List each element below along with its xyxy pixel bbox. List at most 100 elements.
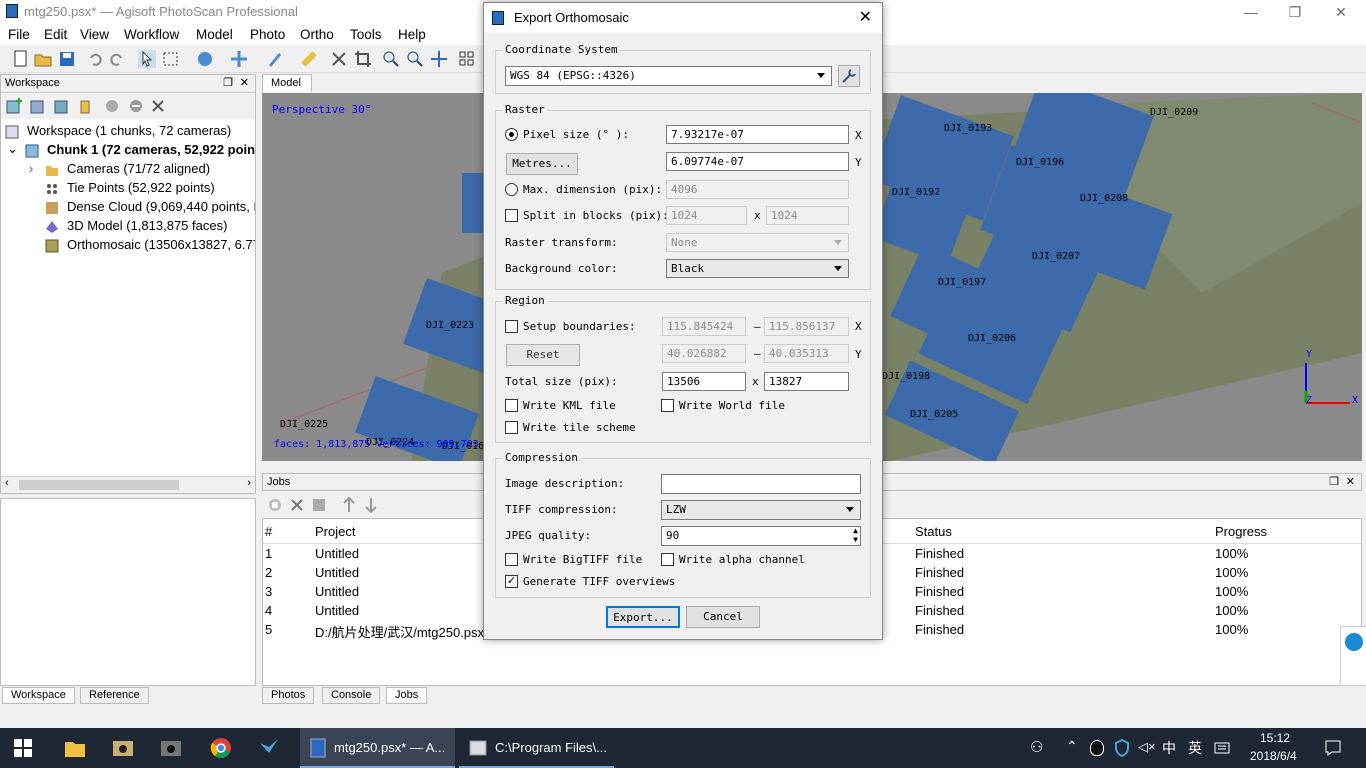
job-list-icon[interactable] <box>310 496 328 514</box>
keyboard-icon[interactable] <box>1214 740 1230 756</box>
tab-jobs[interactable]: Jobs <box>386 687 428 704</box>
table-row-number[interactable]: 4 <box>265 603 272 618</box>
menu-file[interactable]: File <box>8 27 30 42</box>
max-dimension-radio[interactable] <box>505 183 518 196</box>
y-min-input[interactable]: 40.026882 <box>662 344 746 363</box>
rectangle-selection-icon[interactable] <box>162 50 180 68</box>
minimize-button[interactable]: — <box>1228 0 1274 24</box>
menu-photo[interactable]: Photo <box>250 27 285 42</box>
tree-item-workspace[interactable]: Workspace (1 chunks, 72 cameras) <box>27 123 231 138</box>
zoom-out-icon[interactable] <box>406 50 424 68</box>
disable-icon[interactable] <box>127 97 145 115</box>
zoom-in-icon[interactable] <box>382 50 400 68</box>
delete-selection-icon[interactable] <box>330 50 348 68</box>
cameras-expand-icon[interactable]: › <box>29 161 33 176</box>
table-row-number[interactable]: 1 <box>265 546 272 561</box>
remote-icon[interactable] <box>1345 633 1363 651</box>
enable-icon[interactable] <box>103 97 121 115</box>
x-max-input[interactable]: 115.856137 <box>764 317 849 336</box>
pixel-size-radio[interactable] <box>505 128 518 141</box>
volume-icon[interactable]: ◁× <box>1138 739 1156 755</box>
add-marker-icon[interactable] <box>77 97 95 115</box>
close-jobs-icon[interactable]: ✕ <box>1346 475 1355 488</box>
tiff-compression-select[interactable]: LZW <box>661 500 861 520</box>
add-folder-icon[interactable] <box>53 97 71 115</box>
split-blocks-checkbox[interactable] <box>505 209 518 222</box>
stop-job-icon[interactable] <box>266 496 284 514</box>
ime-chinese-icon[interactable]: 中 <box>1162 738 1176 758</box>
qq-icon[interactable] <box>1090 740 1104 756</box>
menu-help[interactable]: Help <box>398 27 426 42</box>
jpeg-quality-spinbox[interactable]: 90 ▲ ▼ <box>661 526 861 546</box>
move-down-icon[interactable] <box>362 496 380 514</box>
tab-console[interactable]: Console <box>322 687 381 704</box>
max-dimension-input[interactable]: 4096 <box>666 180 849 199</box>
float-jobs-icon[interactable]: ❐ <box>1329 475 1339 488</box>
open-folder-icon[interactable] <box>34 50 52 68</box>
dialog-close-icon[interactable]: ✕ <box>859 7 872 27</box>
scroll-thumb[interactable] <box>19 480 179 490</box>
bird-app-icon[interactable] <box>258 737 280 759</box>
pixel-size-x-input[interactable]: 7.93217e-07 <box>666 125 849 144</box>
undo-icon[interactable] <box>86 50 104 68</box>
table-row-number[interactable]: 3 <box>265 584 272 599</box>
split-height-input[interactable]: 1024 <box>766 206 849 225</box>
tab-photos[interactable]: Photos <box>262 687 315 704</box>
coordinate-settings-button[interactable] <box>838 65 860 87</box>
menu-ortho[interactable]: Ortho <box>300 27 334 42</box>
menu-edit[interactable]: Edit <box>44 27 67 42</box>
add-chunk-icon[interactable] <box>5 97 23 115</box>
ruler-icon[interactable] <box>300 50 318 68</box>
menu-view[interactable]: View <box>80 27 109 42</box>
table-row-project[interactable]: Untitled <box>315 546 359 561</box>
clock-date[interactable]: 2018/6/4 <box>1250 749 1297 763</box>
tab-model[interactable]: Model <box>262 74 312 92</box>
remove-job-icon[interactable] <box>288 496 306 514</box>
menu-model[interactable]: Model <box>196 27 233 42</box>
crop-icon[interactable] <box>354 50 372 68</box>
tree-item-tie-points[interactable]: Tie Points (52,922 points) <box>67 180 215 195</box>
cancel-button[interactable]: Cancel <box>686 606 760 628</box>
scroll-right-icon[interactable]: › <box>247 477 251 489</box>
tree-item-cameras[interactable]: Cameras (71/72 aligned) <box>67 161 210 176</box>
total-width-input[interactable]: 13506 <box>662 372 746 391</box>
move-icon[interactable] <box>230 50 248 68</box>
split-width-input[interactable]: 1024 <box>666 206 747 225</box>
write-tile-scheme-checkbox[interactable] <box>505 421 518 434</box>
raster-transform-select[interactable]: None <box>666 233 849 252</box>
y-max-input[interactable]: 40.035313 <box>764 344 849 363</box>
horizontal-scrollbar[interactable]: ‹ › <box>1 476 255 493</box>
image-description-input[interactable] <box>661 474 861 494</box>
column-progress[interactable]: Progress <box>1215 524 1267 539</box>
setup-boundaries-checkbox[interactable] <box>505 320 518 333</box>
security-shield-icon[interactable] <box>1114 739 1130 757</box>
chunk-expand-icon[interactable]: ⌄ <box>7 141 18 157</box>
grid-view-icon[interactable] <box>458 50 476 68</box>
table-row-project[interactable]: Untitled <box>315 603 359 618</box>
table-row-project[interactable]: D:/航片处理/武汉/mtg250.psx <box>315 622 484 641</box>
maximize-button[interactable]: ❐ <box>1272 0 1318 24</box>
metres-button[interactable]: Metres... <box>506 153 578 175</box>
ime-english-indicator[interactable]: 英 <box>1188 738 1202 758</box>
close-window-button[interactable]: ✕ <box>1318 0 1364 24</box>
remove-item-icon[interactable] <box>149 97 167 115</box>
navigation-cursor-icon[interactable] <box>138 50 156 68</box>
taskbar-program-files[interactable]: C:\Program Files\... <box>459 728 614 768</box>
show-hidden-icons-icon[interactable]: ⌃ <box>1066 738 1078 755</box>
tree-item-dense-cloud[interactable]: Dense Cloud (9,069,440 points, M <box>67 199 255 214</box>
total-height-input[interactable]: 13827 <box>764 372 849 391</box>
shape-icon[interactable] <box>196 50 214 68</box>
write-alpha-checkbox[interactable] <box>661 553 674 566</box>
export-button[interactable]: Export... <box>606 606 680 628</box>
pixel-size-y-input[interactable]: 6.09774e-07 <box>666 152 849 171</box>
tree-item-3d-model[interactable]: 3D Model (1,813,875 faces) <box>67 218 227 233</box>
write-world-checkbox[interactable] <box>661 399 674 412</box>
reset-button[interactable]: Reset <box>506 344 580 366</box>
write-kml-checkbox[interactable] <box>505 399 518 412</box>
people-icon[interactable]: ⚇ <box>1030 738 1043 756</box>
table-row-number[interactable]: 2 <box>265 565 272 580</box>
tab-reference[interactable]: Reference <box>80 687 149 704</box>
camera-app-icon[interactable] <box>112 737 134 759</box>
notification-icon[interactable] <box>1324 739 1342 757</box>
menu-tools[interactable]: Tools <box>350 27 382 42</box>
